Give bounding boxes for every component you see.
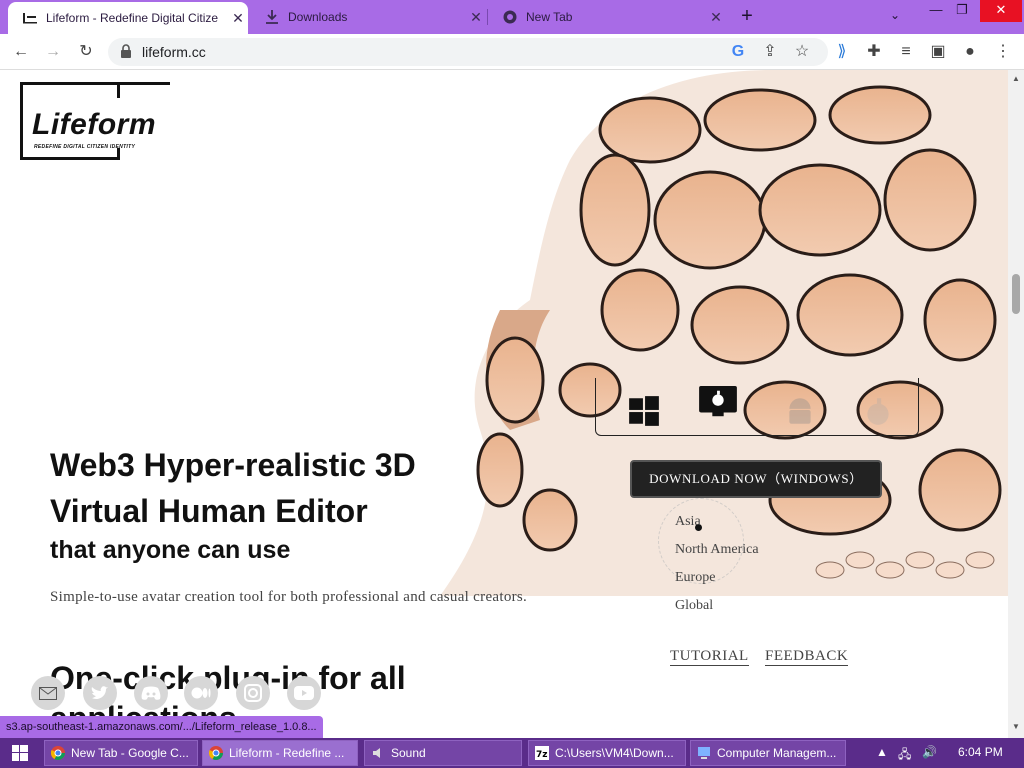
instagram-icon[interactable] — [236, 676, 270, 710]
download-icon — [264, 9, 280, 25]
start-button[interactable] — [0, 738, 40, 768]
side-panel-icon[interactable]: ▣ — [929, 43, 947, 61]
window-close-button[interactable]: ✕ — [980, 0, 1022, 22]
scrollbar-thumb[interactable] — [1012, 274, 1020, 314]
twitter-icon[interactable] — [83, 676, 117, 710]
apple-icon[interactable] — [698, 386, 738, 420]
bookmark-star-icon[interactable]: ☆ — [793, 43, 811, 61]
region-europe[interactable]: Europe — [675, 570, 715, 586]
windows-icon[interactable] — [624, 394, 664, 428]
7zip-icon: 7z — [535, 746, 549, 760]
region-asia[interactable]: Asia — [675, 514, 701, 530]
windows-taskbar: New Tab - Google C... Lifeform - Redefin… — [0, 738, 1024, 768]
url-text: lifeform.cc — [142, 44, 206, 60]
scroll-down-arrow-icon[interactable]: ▼ — [1012, 722, 1020, 731]
platform-selector — [595, 378, 919, 436]
tab-title: Lifeform - Redefine Digital Citize — [46, 11, 219, 25]
browser-toolbar: ← → ↻ lifeform.cc G ⇪ ☆ ⟫ ✚ ≡ ▣ ● ⋮ — [0, 34, 1024, 70]
tab-downloads[interactable]: Downloads ✕ — [250, 0, 486, 34]
page-viewport: Lifeform REDEFINE DIGITAL CITIZEN IDENTI… — [0, 70, 1008, 738]
link-status-bar: s3.ap-southeast-1.amazonaws.com/.../Life… — [0, 716, 323, 738]
tab-title: Downloads — [288, 10, 348, 24]
hero-subheadline: that anyone can use — [50, 536, 291, 564]
ios-apple-icon[interactable] — [858, 394, 898, 428]
tray-overflow-chevron-icon[interactable]: ▲ — [876, 745, 888, 759]
hero-headline: Web3 Hyper-realistic 3D Virtual Human Ed… — [50, 447, 416, 529]
windows-logo-icon — [12, 745, 28, 761]
hero-description: Simple-to-use avatar creation tool for b… — [50, 589, 528, 605]
medium-icon[interactable] — [184, 676, 218, 710]
tab-strip: Lifeform - Redefine Digital Citize ✕ Dow… — [0, 0, 1024, 34]
google-translate-icon[interactable]: G — [729, 43, 747, 61]
restore-button[interactable]: ❐ — [946, 0, 978, 22]
page-scrollbar[interactable]: ▲ ▼ — [1008, 70, 1024, 738]
scroll-up-arrow-icon[interactable]: ▲ — [1012, 74, 1020, 83]
media-control-icon[interactable]: ≡ — [897, 43, 915, 61]
computer-management-icon — [698, 747, 710, 759]
extensions-puzzle-icon[interactable]: ✚ — [865, 43, 883, 61]
chrome-icon — [502, 9, 518, 25]
logo-tagline: REDEFINE DIGITAL CITIZEN IDENTITY — [34, 144, 136, 150]
download-now-button[interactable]: DOWNLOAD NOW（WINDOWS） — [630, 460, 882, 498]
taskbar-item-computer-management[interactable]: Computer Managem... — [690, 740, 846, 766]
close-tab-icon[interactable]: ✕ — [706, 9, 726, 26]
chrome-icon — [209, 746, 223, 760]
taskbar-item-new-tab[interactable]: New Tab - Google C... — [44, 740, 198, 766]
network-icon[interactable]: 🖧 — [898, 745, 911, 766]
clock[interactable]: 6:04 PM — [958, 745, 1003, 759]
email-icon[interactable] — [31, 676, 65, 710]
share-icon[interactable]: ⇪ — [761, 43, 779, 61]
region-north-america[interactable]: North America — [675, 542, 759, 558]
region-global[interactable]: Global — [675, 598, 713, 614]
feedback-link[interactable]: FEEDBACK — [765, 648, 849, 666]
lifeform-logo[interactable]: Lifeform REDEFINE DIGITAL CITIZEN IDENTI… — [20, 82, 180, 162]
chrome-icon — [51, 746, 65, 760]
back-arrow-icon[interactable]: ← — [12, 43, 30, 61]
close-tab-icon[interactable]: ✕ — [466, 9, 486, 26]
taskbar-item-sound[interactable]: Sound — [364, 740, 522, 766]
tab-title: New Tab — [526, 10, 573, 24]
lock-icon — [121, 44, 131, 58]
taskbar-item-lifeform[interactable]: Lifeform - Redefine ... — [202, 740, 358, 766]
logo-name: Lifeform — [32, 108, 156, 141]
close-tab-icon[interactable]: ✕ — [228, 10, 248, 27]
reload-icon[interactable]: ↻ — [77, 43, 95, 61]
lifeform-favicon — [22, 10, 38, 26]
new-tab-button[interactable]: + — [735, 5, 759, 29]
profile-avatar-icon[interactable]: ● — [961, 43, 979, 61]
sound-icon — [373, 748, 380, 758]
volume-icon[interactable]: 🔊 — [922, 745, 937, 759]
discord-icon[interactable] — [134, 676, 168, 710]
youtube-icon[interactable] — [287, 676, 321, 710]
taskbar-item-7zip[interactable]: 7z C:\Users\VM4\Down... — [528, 740, 686, 766]
address-bar[interactable]: lifeform.cc — [108, 38, 828, 66]
tab-search-chevron-icon[interactable]: ⌄ — [890, 8, 900, 22]
extension-audio-icon[interactable]: ⟫ — [833, 43, 851, 61]
menu-kebab-icon[interactable]: ⋮ — [994, 43, 1012, 61]
android-icon[interactable] — [780, 394, 820, 428]
svg-text:7z: 7z — [536, 750, 548, 760]
tab-new-tab[interactable]: New Tab ✕ — [488, 0, 726, 34]
tutorial-link[interactable]: TUTORIAL — [670, 648, 749, 666]
forward-arrow-icon[interactable]: → — [44, 43, 62, 61]
tab-lifeform[interactable]: Lifeform - Redefine Digital Citize ✕ — [8, 2, 248, 34]
